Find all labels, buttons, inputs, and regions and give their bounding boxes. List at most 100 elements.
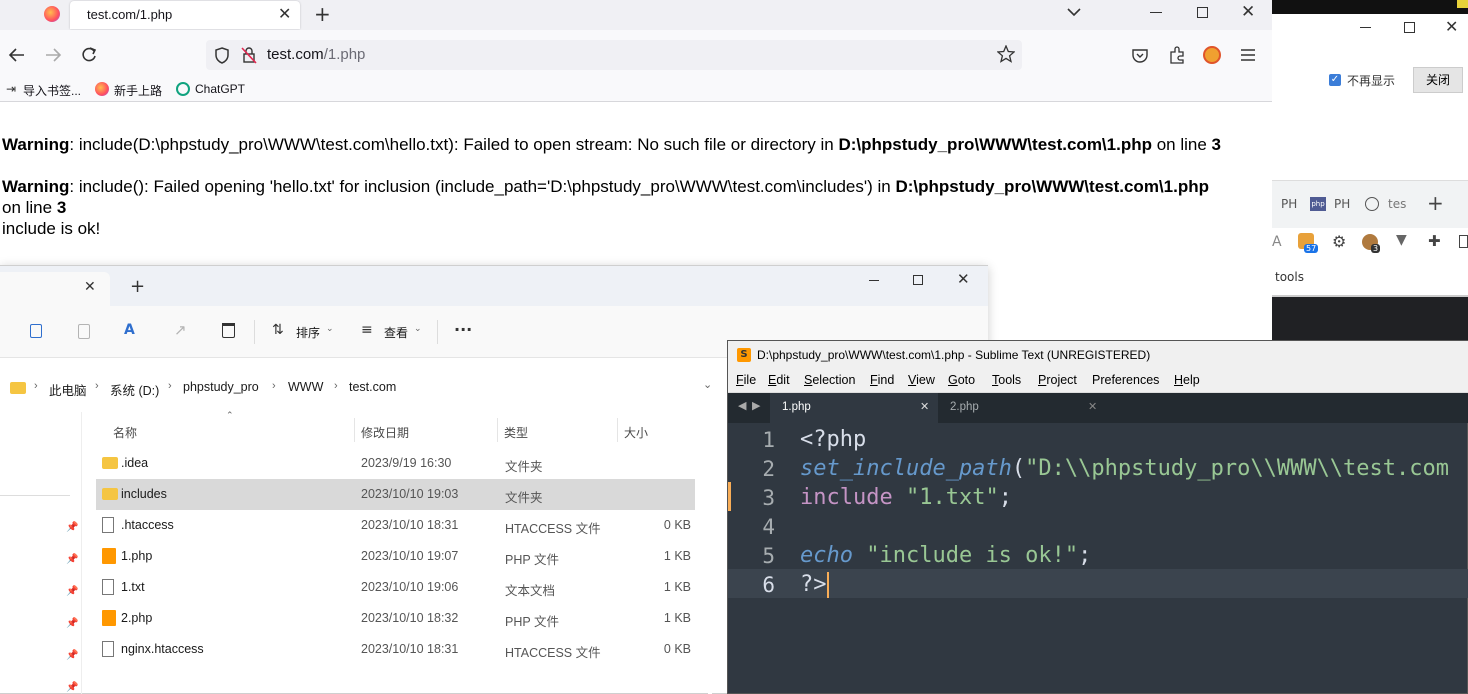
file-row[interactable]: nginx.htaccess 2023/10/10 18:31 HTACCESS 文… [96, 634, 695, 665]
menu-item[interactable]: Find [870, 373, 894, 387]
breadcrumb-drive[interactable]: 系统 (D:) [110, 380, 159, 399]
line-number: 6 [762, 573, 775, 597]
breadcrumb-www[interactable]: WWW [288, 380, 323, 394]
col-type[interactable]: 类型 [504, 424, 528, 441]
close-tab-icon[interactable]: ✕ [278, 4, 291, 23]
close-window-icon[interactable]: ✕ [1241, 2, 1255, 22]
bookmark-import[interactable]: 导入书签... [23, 82, 81, 99]
delete-icon[interactable] [222, 323, 235, 338]
pin-icon[interactable]: 📌 [66, 522, 78, 533]
pin-icon[interactable]: 📌 [66, 650, 78, 661]
menu-item[interactable]: Goto [948, 373, 975, 387]
close-window-icon[interactable]: ✕ [957, 270, 970, 288]
maximize-icon[interactable] [913, 275, 923, 285]
menu-item[interactable]: Project [1038, 373, 1077, 387]
sort-button[interactable]: 排序 [296, 324, 320, 341]
file-row[interactable]: 1.php 2023/10/10 19:07 PHP 文件 1 KB [96, 541, 695, 572]
menu-item[interactable]: File [736, 373, 756, 387]
vue-icon[interactable]: ▼ [1396, 232, 1407, 248]
minimize-icon[interactable] [1150, 12, 1162, 13]
maximize-icon[interactable] [1404, 22, 1415, 33]
file-row[interactable]: includes 2023/10/10 19:03 文件夹 [96, 479, 695, 510]
pin-icon[interactable]: 📌 [66, 554, 78, 565]
menu-item[interactable]: Tools [992, 373, 1021, 387]
view-button[interactable]: 查看 [384, 324, 408, 341]
addon-icon[interactable] [1203, 46, 1221, 64]
menu-item[interactable]: Preferences [1092, 373, 1159, 387]
browser-tab[interactable]: test.com/1.php ✕ [70, 1, 300, 29]
warning-file: D:\phpstudy_pro\WWW\test.com\1.php [838, 135, 1152, 154]
pin-icon[interactable]: 📌 [66, 618, 78, 629]
new-tab-icon[interactable]: + [314, 2, 331, 26]
chevron-down-icon[interactable]: ⌄ [703, 378, 712, 391]
import-icon: ⇥ [6, 82, 17, 96]
menu-item[interactable]: View [908, 373, 935, 387]
share-icon[interactable]: ↗ [174, 321, 187, 339]
tab-active[interactable]: 1.php ✕ [770, 393, 938, 423]
firefox-view-icon[interactable] [44, 6, 60, 22]
puzzle-icon[interactable]: ✚ [1428, 232, 1441, 250]
col-name[interactable]: 名称 [113, 424, 137, 441]
minimize-icon[interactable] [1360, 27, 1371, 28]
menu-item[interactable]: Help [1174, 373, 1200, 387]
sort-icon[interactable]: ⇅ [272, 322, 284, 338]
minimize-icon[interactable] [869, 280, 879, 281]
tab-test[interactable]: tes [1388, 197, 1406, 211]
col-date[interactable]: 修改日期 [361, 424, 409, 441]
pin-icon[interactable]: 📌 [66, 682, 78, 693]
reload-icon[interactable] [80, 46, 98, 64]
breadcrumb-this-pc[interactable]: 此电脑 [49, 380, 87, 399]
tab-ph-2[interactable]: PH [1334, 197, 1350, 211]
bookmark-star-icon[interactable] [997, 45, 1015, 63]
close-tab-icon[interactable]: ✕ [920, 400, 929, 413]
new-tab-icon[interactable]: + [130, 276, 145, 297]
tab-ph-1[interactable]: PH [1281, 197, 1297, 211]
extensions-icon[interactable] [1168, 46, 1186, 64]
extension-icon-a[interactable]: A [1272, 234, 1282, 250]
menu-item[interactable]: Edit [768, 373, 790, 387]
scrollbar[interactable] [708, 412, 712, 694]
file-row[interactable]: 2.php 2023/10/10 18:32 PHP 文件 1 KB [96, 603, 695, 634]
tab-nav-right-icon[interactable]: ▶ [752, 399, 760, 412]
rename-icon[interactable]: A [124, 322, 135, 338]
insecure-lock-icon[interactable] [240, 46, 258, 64]
explorer-tab[interactable]: ✕ [0, 272, 110, 306]
new-tab-icon[interactable]: + [1427, 191, 1444, 215]
close-tab-icon[interactable]: ✕ [1088, 400, 1097, 413]
file-row[interactable]: .idea 2023/9/19 16:30 文件夹 [96, 448, 695, 479]
gear-icon[interactable]: ⚙ [1332, 232, 1346, 251]
more-button[interactable]: ··· [454, 320, 472, 339]
file-row[interactable]: .htaccess 2023/10/10 18:31 HTACCESS 文件 0 KB [96, 510, 695, 541]
copy-icon[interactable] [30, 324, 42, 338]
paste-icon[interactable] [78, 324, 90, 339]
back-icon[interactable] [8, 47, 26, 63]
editor[interactable]: 1 2 3 4 5 6 <?php set_include_path("D:\\phpst… [728, 423, 1468, 694]
menu-icon[interactable] [1240, 48, 1256, 62]
tab-inactive[interactable]: 2.php ✕ [940, 393, 1108, 423]
php-icon: php [1310, 197, 1326, 211]
breadcrumb-phpstudy[interactable]: phpstudy_pro [183, 380, 259, 394]
address-bar[interactable]: › 此电脑 › 系统 (D:) › phpstudy_pro › WWW › t… [0, 370, 724, 404]
close-dialog-button[interactable]: 关闭 [1413, 67, 1463, 93]
sublime-file-icon [102, 610, 116, 626]
close-icon[interactable]: ✕ [1445, 17, 1458, 36]
url-bar[interactable]: test.com/1.php [206, 40, 1022, 70]
view-icon[interactable]: ≡ [361, 322, 373, 338]
file-row[interactable]: 1.txt 2023/10/10 19:06 文本文档 1 KB [96, 572, 695, 603]
close-tab-icon[interactable]: ✕ [84, 279, 96, 295]
file-type: 文件夹 [505, 491, 543, 505]
shield-icon[interactable] [214, 47, 230, 64]
col-size[interactable]: 大小 [624, 424, 648, 441]
bookmark-chatgpt[interactable]: ChatGPT [195, 82, 245, 96]
maximize-icon[interactable] [1197, 7, 1208, 18]
checkbox-icon[interactable]: ✓ [1329, 74, 1341, 86]
list-tabs-icon[interactable] [1066, 4, 1082, 20]
pocket-icon[interactable] [1132, 48, 1148, 63]
breadcrumb-testcom[interactable]: test.com [349, 380, 396, 394]
tab-nav-left-icon[interactable]: ◀ [738, 399, 746, 412]
pin-icon[interactable]: 📌 [66, 586, 78, 597]
sidebar-icon[interactable] [1459, 235, 1468, 248]
bookmark-getting-started[interactable]: 新手上路 [114, 82, 162, 99]
forward-icon[interactable] [44, 47, 62, 63]
menu-item[interactable]: Selection [804, 373, 855, 387]
